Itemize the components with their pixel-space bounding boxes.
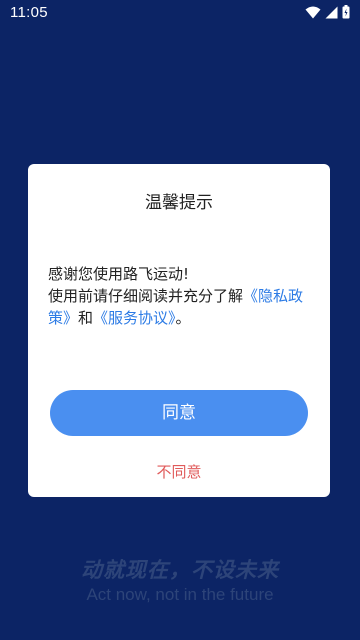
disagree-button[interactable]: 不同意 xyxy=(28,461,330,482)
notice-conjunction: 和 xyxy=(78,309,94,327)
privacy-dialog: 温馨提示 感谢您使用路飞运动! 使用前请仔细阅读并充分了解《隐私政策》和《服务协… xyxy=(28,164,330,497)
notice-end: 。 xyxy=(175,309,191,327)
slogan-chinese: 动就现在，不设未来 xyxy=(81,558,279,582)
status-time: 11:05 xyxy=(10,4,48,21)
notice-text: 使用前请仔细阅读并充分了解《隐私政策》和《服务协议》。 xyxy=(48,285,318,329)
welcome-text: 感谢您使用路飞运动! xyxy=(48,265,190,283)
dialog-title: 温馨提示 xyxy=(145,193,213,213)
notice-prefix: 使用前请仔细阅读并充分了解 xyxy=(48,287,244,305)
battery-icon xyxy=(342,5,350,19)
dialog-body: 感谢您使用路飞运动! 使用前请仔细阅读并充分了解《隐私政策》和《服务协议》。 xyxy=(48,263,318,329)
agree-button[interactable]: 同意 xyxy=(50,390,308,436)
slogan-english: Act now, not in the future xyxy=(86,585,274,604)
status-icons xyxy=(305,5,350,19)
wifi-icon xyxy=(305,6,321,19)
status-bar: 11:05 xyxy=(0,0,360,24)
signal-icon xyxy=(325,6,338,19)
service-agreement-link[interactable]: 《服务协议》 xyxy=(93,309,176,327)
